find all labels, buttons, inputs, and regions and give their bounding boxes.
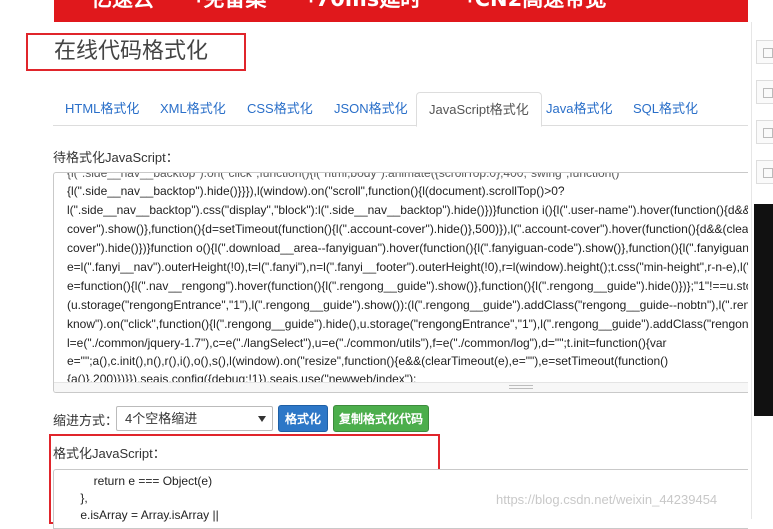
- code-line: e.isArray = Array.isArray ||: [67, 508, 219, 522]
- right-side-rail: [751, 22, 773, 519]
- code-line: {l(".side__nav__backtop").hide()}}}),l(w…: [67, 184, 565, 198]
- code-line: return e === Object(e): [67, 474, 213, 488]
- code-line: l(".side__nav__backtop").css("display","…: [67, 203, 748, 217]
- watermark: https://blog.csdn.net/weixin_44239454: [496, 492, 718, 507]
- rail-dark-panel: [754, 204, 773, 416]
- code-line: e="";a(),c.init(),n(),r(),i(),o(),s(),l(…: [67, 354, 669, 368]
- banner-item: 亿速云: [91, 0, 154, 13]
- page-title: 在线代码格式化: [26, 33, 246, 71]
- code-line: e=l(".fanyi__nav").outerHeight(!0),t=l("…: [67, 260, 748, 274]
- code-line: (u.storage("rengongEntrance","1"),l(".re…: [67, 298, 748, 312]
- code-line: },: [67, 491, 88, 505]
- tab-java[interactable]: Java格式化: [534, 92, 624, 126]
- tab-xml[interactable]: XML格式化: [148, 92, 238, 126]
- rail-button[interactable]: [756, 160, 773, 184]
- source-code-textarea[interactable]: {l(".side__nav__backtop").on("click",fun…: [53, 172, 748, 393]
- format-button[interactable]: 格式化: [278, 405, 328, 432]
- banner-ad[interactable]: 亿速云 ·免备案 ·70ms延时 ·CN2高速带宽: [54, 0, 748, 22]
- code-line: cover").show()},function(){d=setTimeout(…: [67, 222, 748, 236]
- indent-select[interactable]: 4个空格缩进: [116, 406, 273, 431]
- tab-json[interactable]: JSON格式化: [322, 92, 420, 126]
- code-line: e=function(){l(".nav__rengong").hover(fu…: [67, 279, 748, 293]
- tab-javascript[interactable]: JavaScript格式化: [416, 92, 542, 127]
- rail-button[interactable]: [756, 40, 773, 64]
- indent-selected-value: 4个空格缩进: [125, 411, 198, 426]
- rail-button[interactable]: [756, 120, 773, 144]
- code-line: l=e("./common/jquery-1.7"),c=e("./langSe…: [67, 336, 667, 350]
- code-line: cover").hide()})}function o(){l(".downlo…: [67, 241, 748, 255]
- input-label: 待格式化JavaScript：: [53, 150, 179, 165]
- tab-css[interactable]: CSS格式化: [235, 92, 325, 126]
- tab-sql[interactable]: SQL格式化: [621, 92, 710, 126]
- banner-item: ·70ms延时: [308, 0, 421, 10]
- code-line: {l(".side__nav__backtop").on("click",fun…: [67, 172, 620, 180]
- tab-html[interactable]: HTML格式化: [53, 92, 151, 126]
- formatter-tabs: HTML格式化 XML格式化 CSS格式化 JSON格式化 JavaScript…: [53, 92, 748, 127]
- rail-button[interactable]: [756, 80, 773, 104]
- dropdown-arrow-icon: [258, 416, 266, 422]
- copy-formatted-button[interactable]: 复制格式化代码: [333, 405, 429, 432]
- code-line: know").on("click",function(){l(".rengong…: [67, 317, 748, 331]
- banner-item: ·免备案: [196, 0, 266, 10]
- indent-label: 缩进方式：: [53, 413, 119, 428]
- grip-icon: [509, 385, 533, 389]
- banner-item: ·CN2高速带宽: [467, 0, 606, 10]
- output-label: 格式化JavaScript：: [53, 446, 166, 461]
- textarea-resize-handle[interactable]: [54, 382, 748, 392]
